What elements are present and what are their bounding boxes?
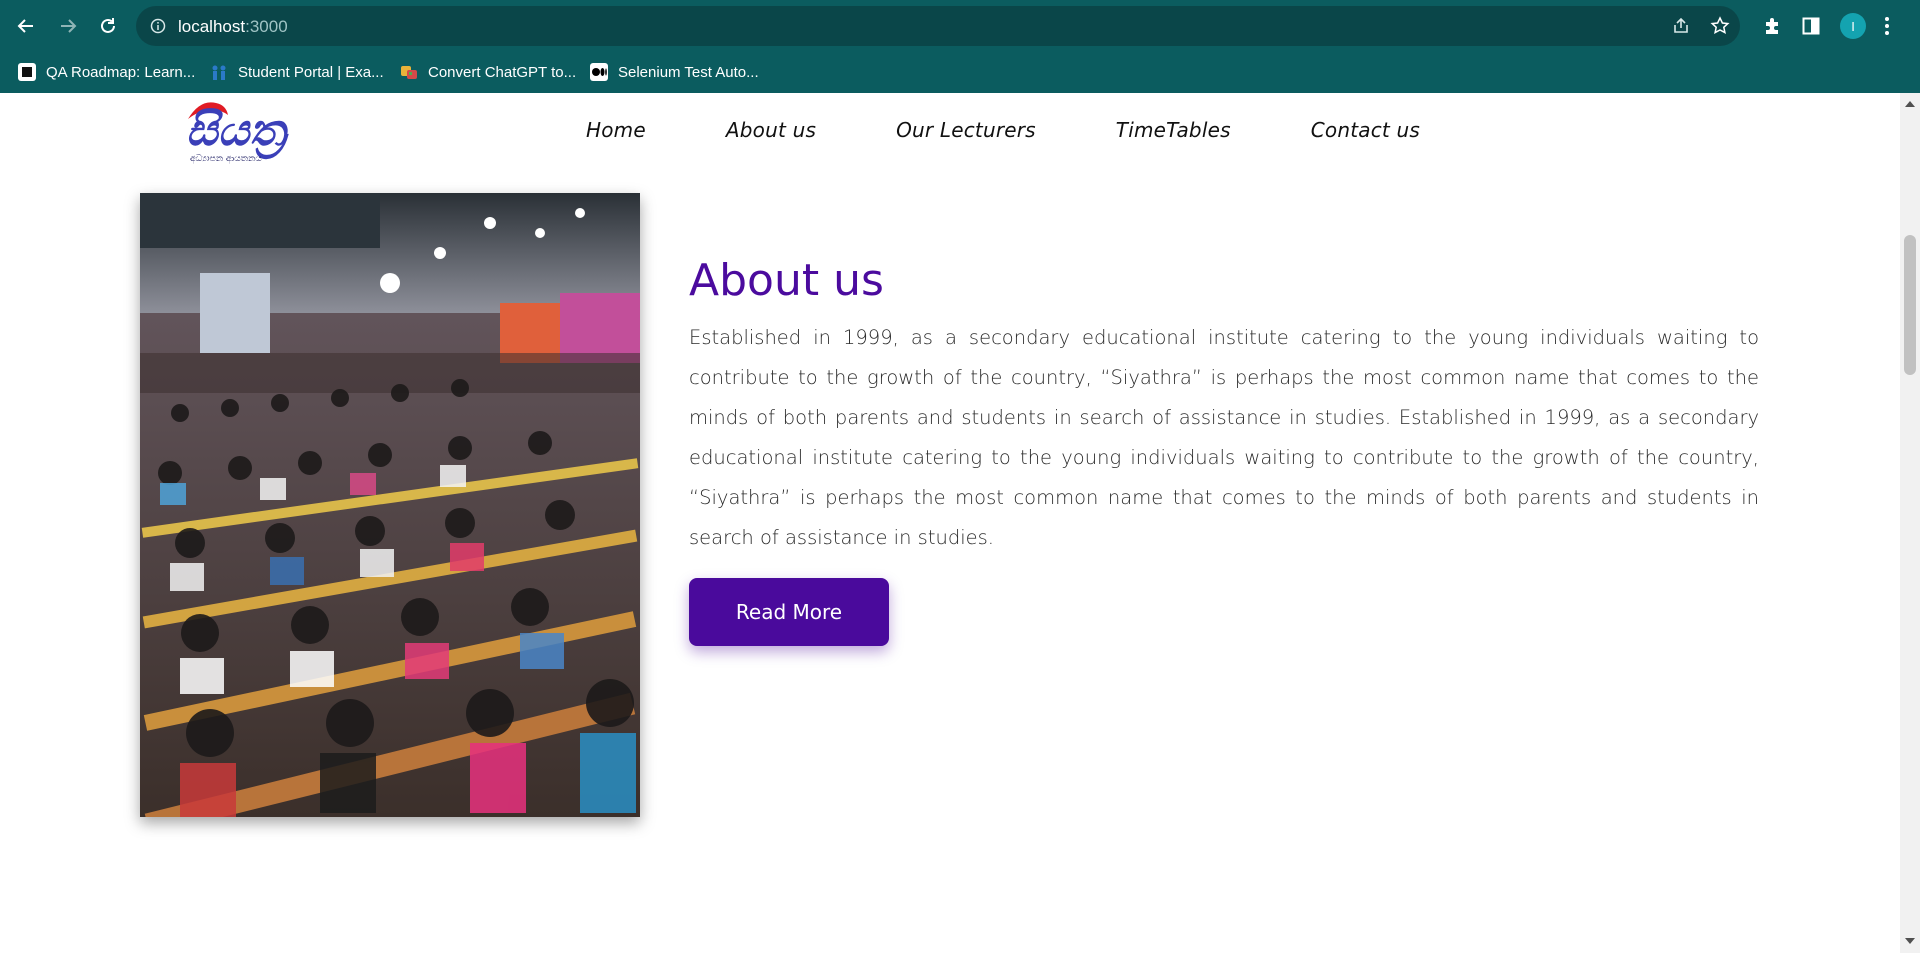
page-scrollbar[interactable] — [1900, 93, 1920, 953]
medium-icon — [590, 63, 608, 81]
convert-icon — [400, 63, 418, 81]
svg-text:අධ්‍යාපන ආයතනය: අධ්‍යාපන ආයතනය — [190, 154, 262, 164]
scroll-up-arrow[interactable] — [1905, 101, 1915, 107]
address-bar[interactable]: localhost:3000 — [136, 6, 1740, 46]
reload-icon — [101, 18, 115, 33]
arrow-left-icon — [17, 19, 33, 33]
classroom-photo — [140, 193, 640, 817]
siyathra-logo-icon: සියත්‍ර අධ්‍යාපන ආයතනය — [186, 102, 290, 164]
share-icon[interactable] — [1672, 17, 1690, 35]
nav-home[interactable]: Home — [586, 118, 646, 142]
info-icon — [150, 18, 166, 34]
back-button[interactable] — [10, 10, 42, 42]
browser-toolbar: localhost:3000 I — [0, 0, 1920, 52]
bookmark-selenium[interactable]: Selenium Test Auto... — [590, 60, 759, 84]
about-title: About us — [689, 255, 884, 306]
roadmap-icon — [18, 63, 36, 81]
url-text: localhost:3000 — [178, 17, 288, 36]
bookmark-convert-chatgpt[interactable]: Convert ChatGPT to... — [400, 60, 576, 84]
nav-timetables[interactable]: TimeTables — [1116, 118, 1231, 142]
nav-about-us[interactable]: About us — [726, 118, 816, 142]
bookmark-student-portal[interactable]: Student Portal | Exa... — [210, 60, 384, 84]
forward-button[interactable] — [52, 10, 84, 42]
profile-avatar[interactable]: I — [1840, 13, 1866, 39]
students-icon — [210, 63, 228, 81]
svg-text:සියත්‍ර: සියත්‍ර — [186, 105, 290, 159]
students-exam-hall-image — [140, 193, 640, 817]
site-logo[interactable]: සියත්‍ර අධ්‍යාපන ආයතනය — [182, 97, 332, 167]
arrow-right-icon — [61, 19, 77, 33]
reload-button[interactable] — [92, 10, 124, 42]
nav-contact-us[interactable]: Contact us — [1311, 118, 1420, 142]
star-icon[interactable] — [1710, 16, 1730, 36]
read-more-button[interactable]: Read More — [689, 578, 889, 646]
extensions-icon[interactable] — [1762, 16, 1782, 36]
about-description: Established in 1999, as a secondary educ… — [689, 326, 1759, 549]
bookmark-qa-roadmap[interactable]: QA Roadmap: Learn... — [18, 60, 195, 84]
scroll-down-arrow[interactable] — [1905, 938, 1915, 944]
side-panel-icon[interactable] — [1802, 17, 1820, 35]
page-viewport: සියත්‍ර අධ්‍යාපන ආයතනය Home About us Our… — [0, 93, 1900, 953]
more-menu-icon[interactable] — [1884, 16, 1890, 36]
bookmarks-bar: QA Roadmap: Learn... Student Portal | Ex… — [0, 52, 1920, 93]
scroll-thumb[interactable] — [1904, 235, 1916, 375]
nav-our-lecturers[interactable]: Our Lecturers — [896, 118, 1036, 142]
main-navigation: Home About us Our Lecturers TimeTables C… — [586, 118, 1500, 142]
